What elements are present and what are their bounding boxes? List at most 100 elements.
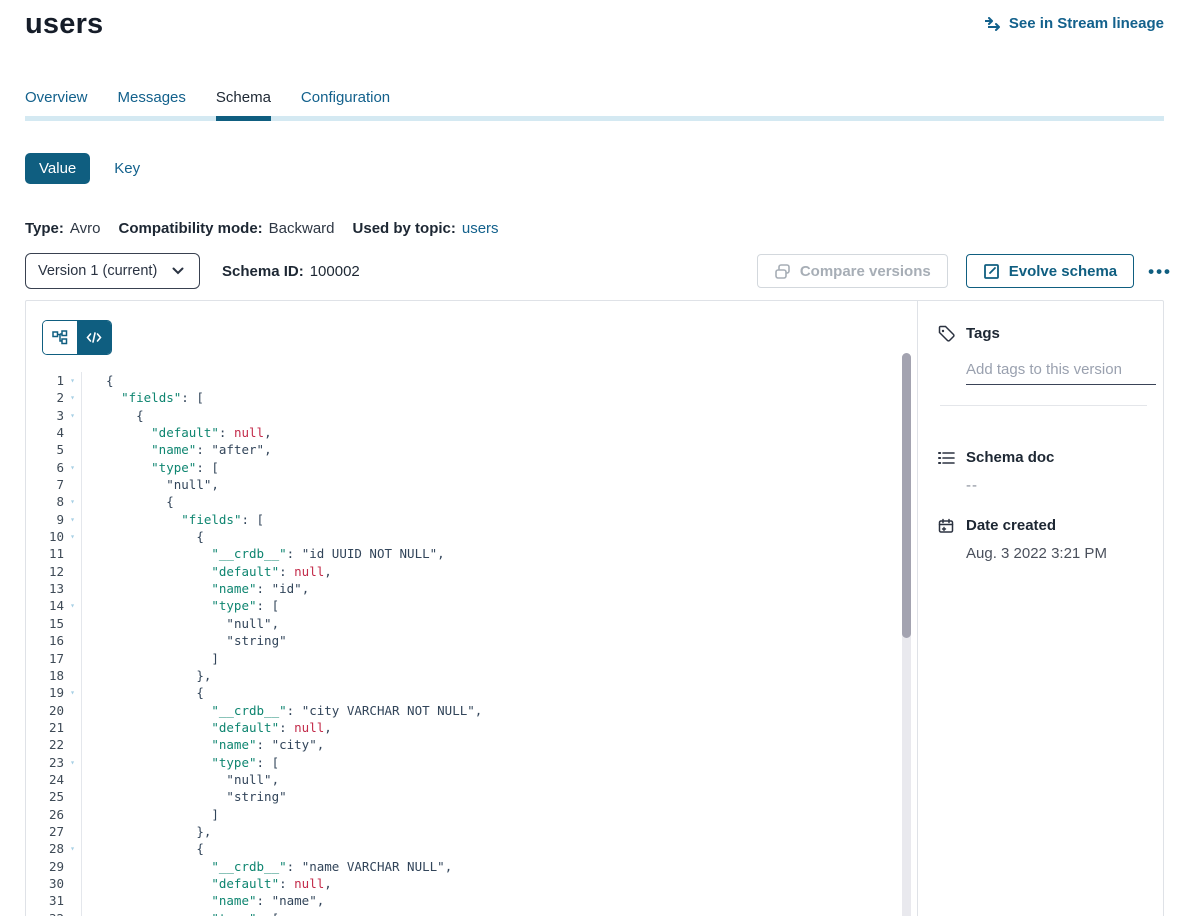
fold-toggle-icon[interactable]: ▾ bbox=[64, 511, 81, 528]
fold-spacer bbox=[64, 875, 81, 892]
fold-spacer bbox=[64, 823, 81, 840]
more-actions-button[interactable]: ••• bbox=[1148, 263, 1172, 280]
line-number: 6 bbox=[26, 459, 64, 476]
code-content: ] bbox=[81, 650, 917, 667]
code-line: 31 "name": "name", bbox=[26, 892, 917, 909]
code-line: 26 ] bbox=[26, 806, 917, 823]
compare-versions-label: Compare versions bbox=[800, 263, 931, 280]
line-number: 27 bbox=[26, 823, 64, 840]
fold-toggle-icon[interactable]: ▾ bbox=[64, 910, 81, 916]
version-controls-row: Version 1 (current) Schema ID: 100002 Co… bbox=[25, 253, 1172, 289]
value-toggle-button[interactable]: Value bbox=[25, 153, 90, 184]
code-content: "name": "id", bbox=[81, 580, 917, 597]
tags-input[interactable] bbox=[966, 359, 1156, 385]
fold-toggle-icon[interactable]: ▾ bbox=[64, 493, 81, 510]
line-number: 10 bbox=[26, 528, 64, 545]
fold-spacer bbox=[64, 667, 81, 684]
fold-toggle-icon[interactable]: ▾ bbox=[64, 528, 81, 545]
tree-view-button[interactable] bbox=[43, 321, 77, 354]
fold-toggle-icon[interactable]: ▾ bbox=[64, 597, 81, 614]
compare-versions-icon bbox=[774, 264, 792, 279]
line-number: 17 bbox=[26, 650, 64, 667]
editor-scrollbar-thumb[interactable] bbox=[902, 353, 911, 638]
key-toggle-button[interactable]: Key bbox=[114, 160, 140, 177]
fold-toggle-icon[interactable]: ▾ bbox=[64, 684, 81, 701]
version-select[interactable]: Version 1 (current) bbox=[25, 253, 200, 289]
fold-spacer bbox=[64, 650, 81, 667]
schema-id-value: 100002 bbox=[310, 263, 360, 280]
list-icon bbox=[937, 451, 955, 465]
schema-meta-row: Type: Avro Compatibility mode: Backward … bbox=[25, 220, 499, 237]
line-number: 11 bbox=[26, 545, 64, 562]
fold-toggle-icon[interactable]: ▾ bbox=[64, 407, 81, 424]
code-content: "fields": [ bbox=[81, 389, 917, 406]
version-select-value: Version 1 (current) bbox=[38, 263, 157, 279]
schema-id-label: Schema ID: bbox=[222, 263, 304, 280]
code-content: }, bbox=[81, 823, 917, 840]
code-view-button[interactable] bbox=[77, 321, 111, 354]
fold-spacer bbox=[64, 892, 81, 909]
compatibility-value: Backward bbox=[269, 220, 335, 237]
fold-toggle-icon[interactable]: ▾ bbox=[64, 372, 81, 389]
code-line: 14▾ "type": [ bbox=[26, 597, 917, 614]
compare-versions-button[interactable]: Compare versions bbox=[757, 254, 948, 288]
tab-messages[interactable]: Messages bbox=[118, 89, 186, 118]
code-content: "string" bbox=[81, 632, 917, 649]
line-number: 31 bbox=[26, 892, 64, 909]
stream-lineage-icon bbox=[984, 17, 1002, 31]
fold-spacer bbox=[64, 788, 81, 805]
code-content: { bbox=[81, 528, 917, 545]
evolve-schema-button[interactable]: Evolve schema bbox=[966, 254, 1134, 288]
fold-spacer bbox=[64, 632, 81, 649]
see-in-stream-lineage-link[interactable]: See in Stream lineage bbox=[984, 15, 1164, 32]
line-number: 21 bbox=[26, 719, 64, 736]
code-line: 25 "string" bbox=[26, 788, 917, 805]
fold-toggle-icon[interactable]: ▾ bbox=[64, 389, 81, 406]
line-number: 19 bbox=[26, 684, 64, 701]
line-number: 29 bbox=[26, 858, 64, 875]
code-content: }, bbox=[81, 667, 917, 684]
code-line: 22 "name": "city", bbox=[26, 736, 917, 753]
date-created-value: Aug. 3 2022 3:21 PM bbox=[966, 545, 1147, 562]
schema-code-editor[interactable]: 1▾{2▾ "fields": [3▾ {4 "default": null,5… bbox=[26, 372, 917, 916]
code-line: 9▾ "fields": [ bbox=[26, 511, 917, 528]
code-content: "default": null, bbox=[81, 563, 917, 580]
line-number: 16 bbox=[26, 632, 64, 649]
tab-overview[interactable]: Overview bbox=[25, 89, 88, 118]
schema-card: 1▾{2▾ "fields": [3▾ {4 "default": null,5… bbox=[25, 300, 1164, 916]
line-number: 7 bbox=[26, 476, 64, 493]
fold-spacer bbox=[64, 702, 81, 719]
code-line: 1▾{ bbox=[26, 372, 917, 389]
schema-doc-section: Schema doc -- bbox=[937, 449, 1147, 494]
code-line: 3▾ { bbox=[26, 407, 917, 424]
code-line: 29 "__crdb__": "name VARCHAR NULL", bbox=[26, 858, 917, 875]
editor-scrollbar-track[interactable] bbox=[902, 353, 911, 916]
schema-page: users See in Stream lineage Overview Mess… bbox=[0, 0, 1189, 916]
fold-toggle-icon[interactable]: ▾ bbox=[64, 840, 81, 857]
line-number: 20 bbox=[26, 702, 64, 719]
topic-link[interactable]: users bbox=[462, 220, 499, 237]
calendar-icon bbox=[937, 518, 955, 534]
code-line: 28▾ { bbox=[26, 840, 917, 857]
code-content: "fields": [ bbox=[81, 511, 917, 528]
fold-toggle-icon[interactable]: ▾ bbox=[64, 754, 81, 771]
code-content: { bbox=[81, 407, 917, 424]
tab-schema[interactable]: Schema bbox=[216, 89, 271, 118]
code-line: 4 "default": null, bbox=[26, 424, 917, 441]
fold-toggle-icon[interactable]: ▾ bbox=[64, 459, 81, 476]
line-number: 9 bbox=[26, 511, 64, 528]
code-line: 23▾ "type": [ bbox=[26, 754, 917, 771]
code-line: 21 "default": null, bbox=[26, 719, 917, 736]
tab-configuration[interactable]: Configuration bbox=[301, 89, 390, 118]
fold-spacer bbox=[64, 580, 81, 597]
tab-bar: Overview Messages Schema Configuration bbox=[25, 89, 390, 118]
code-content: "null", bbox=[81, 476, 917, 493]
code-content: "name": "after", bbox=[81, 441, 917, 458]
code-line: 32▾ "type": [ bbox=[26, 910, 917, 916]
tags-title: Tags bbox=[966, 325, 1000, 342]
used-by-topic-label: Used by topic: bbox=[353, 220, 456, 237]
tab-underline-track bbox=[25, 116, 1164, 121]
fold-spacer bbox=[64, 771, 81, 788]
code-content: "__crdb__": "id UUID NOT NULL", bbox=[81, 545, 917, 562]
line-number: 23 bbox=[26, 754, 64, 771]
